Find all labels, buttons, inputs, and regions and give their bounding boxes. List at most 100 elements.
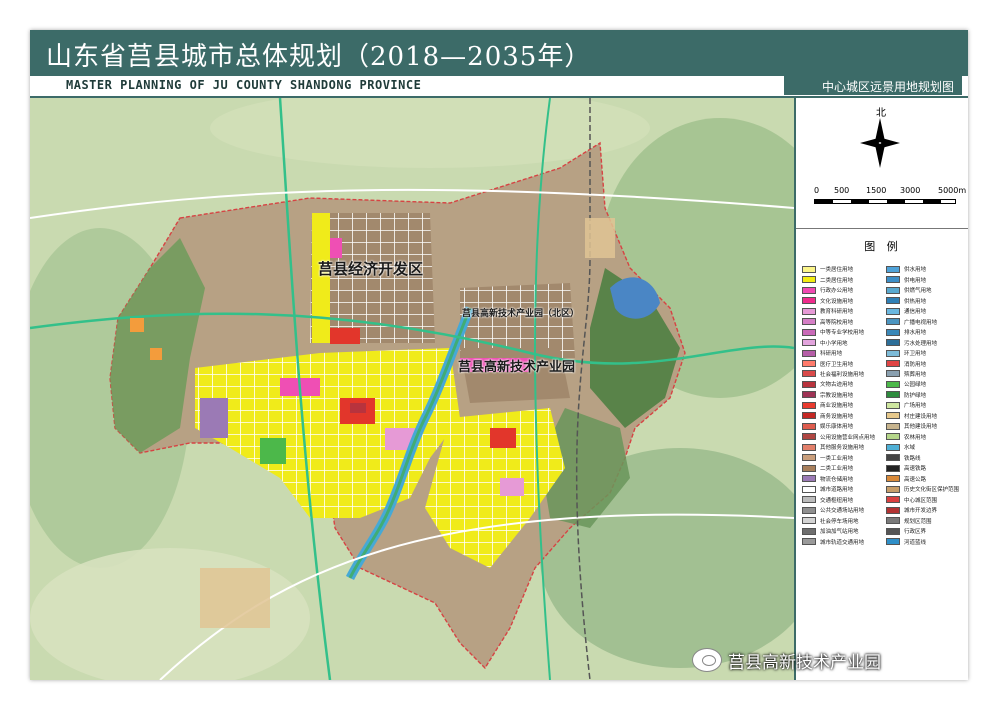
legend-item: 娱乐康体用地 [802,421,880,431]
legend-item: 科研用地 [802,348,880,358]
legend-column-left: 一类居住用地 二类居住用地 行政办公用地 文化设施用地 教育科研用地 高等院校用地 中等专业… [802,264,880,547]
map-canvas [30,88,840,680]
legend-swatch [802,538,816,546]
map-subtitle: MASTER PLANNING OF JU COUNTY SHANDONG PR… [66,78,422,92]
legend-swatch [802,380,816,388]
legend-item: 其他建设用地 [886,421,964,431]
legend-label: 历史文化街区保护范围 [904,487,960,494]
legend-label: 城市道路用地 [820,487,854,494]
legend-label: 商业设施用地 [820,403,854,410]
map-title: 山东省莒县城市总体规划（2018—2035年） [46,42,592,72]
legend-label: 交通枢纽用地 [820,497,854,504]
legend-item: 高速铁路 [886,463,964,473]
legend-swatch [886,517,900,525]
legend-swatch [802,318,816,326]
legend-swatch [802,454,816,462]
scale-label-5000: 5000m [938,186,967,195]
legend-swatch [886,443,900,451]
legend-item: 行政办公用地 [802,285,880,295]
scale-label-3000: 3000 [900,186,921,195]
legend-label: 广播电视用地 [904,319,938,326]
village-block-2 [150,348,162,360]
legend-item: 中心城区范围 [886,495,964,505]
legend-swatch [802,349,816,357]
legend-item: 公用设施营业网点用地 [802,432,880,442]
legend-label: 污水处理用地 [904,340,938,347]
legend-swatch [886,286,900,294]
legend-swatch [802,464,816,472]
land-use-map: 莒县经济开发区 莒县高新技术产业园（北区） 莒县高新技术产业园 [30,88,840,680]
legend-item: 供水用地 [886,264,964,274]
legend-swatch [886,454,900,462]
legend-item: 广场用地 [886,400,964,410]
legend-label: 行政区界 [904,529,927,536]
legend-item: 污水处理用地 [886,337,964,347]
legend-label: 村庄建设用地 [904,413,938,420]
compass-box: 北 0 500 1500 3000 5000m [796,98,968,229]
legend-label: 文化设施用地 [820,298,854,305]
scale-bar: 0 500 1500 3000 5000m [814,186,967,216]
legend-swatch [802,412,816,420]
label-high-tech-zone-north: 莒县高新技术产业园（北区） [462,309,580,319]
legend-swatch [886,297,900,305]
legend-item: 社会停车场用地 [802,516,880,526]
legend-item: 加油加气站用地 [802,526,880,536]
legend-label: 环卫用地 [904,351,927,358]
legend-label: 防护绿地 [904,392,927,399]
legend-label: 排水用地 [904,330,927,337]
legend-label: 通信用地 [904,309,927,316]
legend-label: 供燃气用地 [904,288,932,295]
legend-swatch [886,328,900,336]
legend-swatch [886,475,900,483]
legend-item: 农林用地 [886,432,964,442]
map-sheet: 山东省莒县城市总体规划（2018—2035年） MASTER PLANNING … [30,30,968,680]
legend-label: 社会福利设施用地 [820,371,865,378]
legend-label: 消防用地 [904,361,927,368]
legend-swatch [886,412,900,420]
legend-item: 教育科研用地 [802,306,880,316]
legend-item: 城市开发边界 [886,505,964,515]
legend-label: 一类工业用地 [820,455,854,462]
legend-item: 一类工业用地 [802,453,880,463]
legend-item: 供燃气用地 [886,285,964,295]
legend-label: 高速铁路 [904,466,927,473]
legend-item: 铁路线 [886,453,964,463]
legend-label: 二类工业用地 [820,466,854,473]
north-arrow-icon [860,118,900,168]
legend-item: 二类居住用地 [802,274,880,284]
legend-item: 殡葬用地 [886,369,964,379]
legend-title: 图 例 [864,240,902,253]
legend-item: 二类工业用地 [802,463,880,473]
legend-item: 一类居住用地 [802,264,880,274]
legend-label: 中等专业学校用地 [820,330,865,337]
scale-label-0: 0 [814,186,820,195]
legend-swatch [802,328,816,336]
legend-swatch [802,307,816,315]
legend-swatch [802,496,816,504]
legend-item: 其他服务设施用地 [802,442,880,452]
legend-swatch [802,527,816,535]
legend-item: 商业设施用地 [802,400,880,410]
legend-label: 宗教设施用地 [820,392,854,399]
legend-swatch [886,527,900,535]
legend-swatch [886,349,900,357]
legend-swatch [802,517,816,525]
map-name-label: 中心城区远景用地规划图 [784,75,962,95]
legend-label: 物流仓储用地 [820,476,854,483]
label-economic-zone: 莒县经济开发区 [318,260,424,278]
legend-swatch [802,475,816,483]
legend-label: 规划区范围 [904,518,932,525]
legend-item: 中等专业学校用地 [802,327,880,337]
legend-swatch [802,401,816,409]
legend-swatch [886,506,900,514]
legend-swatch [886,318,900,326]
legend-item: 排水用地 [886,327,964,337]
legend-label: 其他建设用地 [904,424,938,431]
legend-item: 规划区范围 [886,516,964,526]
legend-swatch [802,265,816,273]
legend-item: 通信用地 [886,306,964,316]
legend-swatch [802,276,816,284]
legend-label: 行政办公用地 [820,288,854,295]
legend-swatch [886,496,900,504]
legend: 图 例 一类居住用地 二类居住用地 行政办公用地 文化设施用地 教育科研用地 高等院校用地… [802,240,964,582]
